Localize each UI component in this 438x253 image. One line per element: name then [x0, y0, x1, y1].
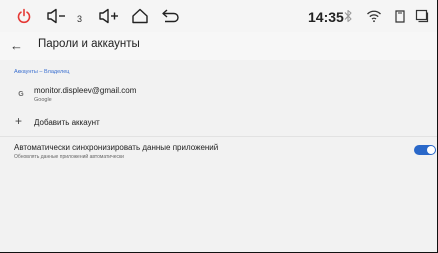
volume-down-icon[interactable]	[45, 4, 69, 28]
section-label-accounts: Аккаунты – Владелец	[14, 69, 70, 75]
bluetooth-icon	[341, 4, 355, 28]
toggle-knob	[427, 146, 435, 154]
accounts-content: Аккаунты – Владелец G monitor.displeev@g…	[0, 60, 438, 253]
power-icon[interactable]	[12, 4, 36, 28]
clock: 14:35	[308, 9, 344, 25]
add-account-button[interactable]: + Добавить аккаунт	[0, 114, 438, 136]
volume-up-icon[interactable]	[97, 4, 121, 28]
auto-sync-title: Автоматически синхронизировать данные пр…	[14, 143, 219, 152]
google-icon: G	[18, 90, 24, 98]
home-icon[interactable]	[129, 4, 151, 28]
add-account-label: Добавить аккаунт	[34, 118, 100, 127]
back-arrow-icon[interactable]: ←	[10, 38, 23, 53]
status-bar: 3 14:35	[0, 0, 438, 32]
app-bar: ← Пароли и аккаунты	[0, 32, 438, 60]
plus-icon: +	[15, 114, 23, 128]
auto-sync-toggle[interactable]	[414, 145, 436, 155]
divider	[0, 136, 438, 137]
account-email: monitor.displeev@gmail.com	[34, 86, 137, 95]
recent-apps-icon[interactable]	[414, 4, 430, 28]
page-title: Пароли и аккаунты	[38, 38, 140, 50]
settings-screen: 3 14:35 ← Пароли и аккаунты Аккаунты – В…	[0, 0, 438, 253]
back-nav-icon[interactable]	[160, 4, 182, 28]
auto-sync-subtitle: Обновлять данные приложений автоматическ…	[14, 154, 124, 160]
sd-card-icon	[393, 4, 407, 28]
wifi-icon	[365, 4, 383, 28]
account-provider: Google	[34, 97, 52, 103]
volume-level: 3	[77, 14, 83, 24]
